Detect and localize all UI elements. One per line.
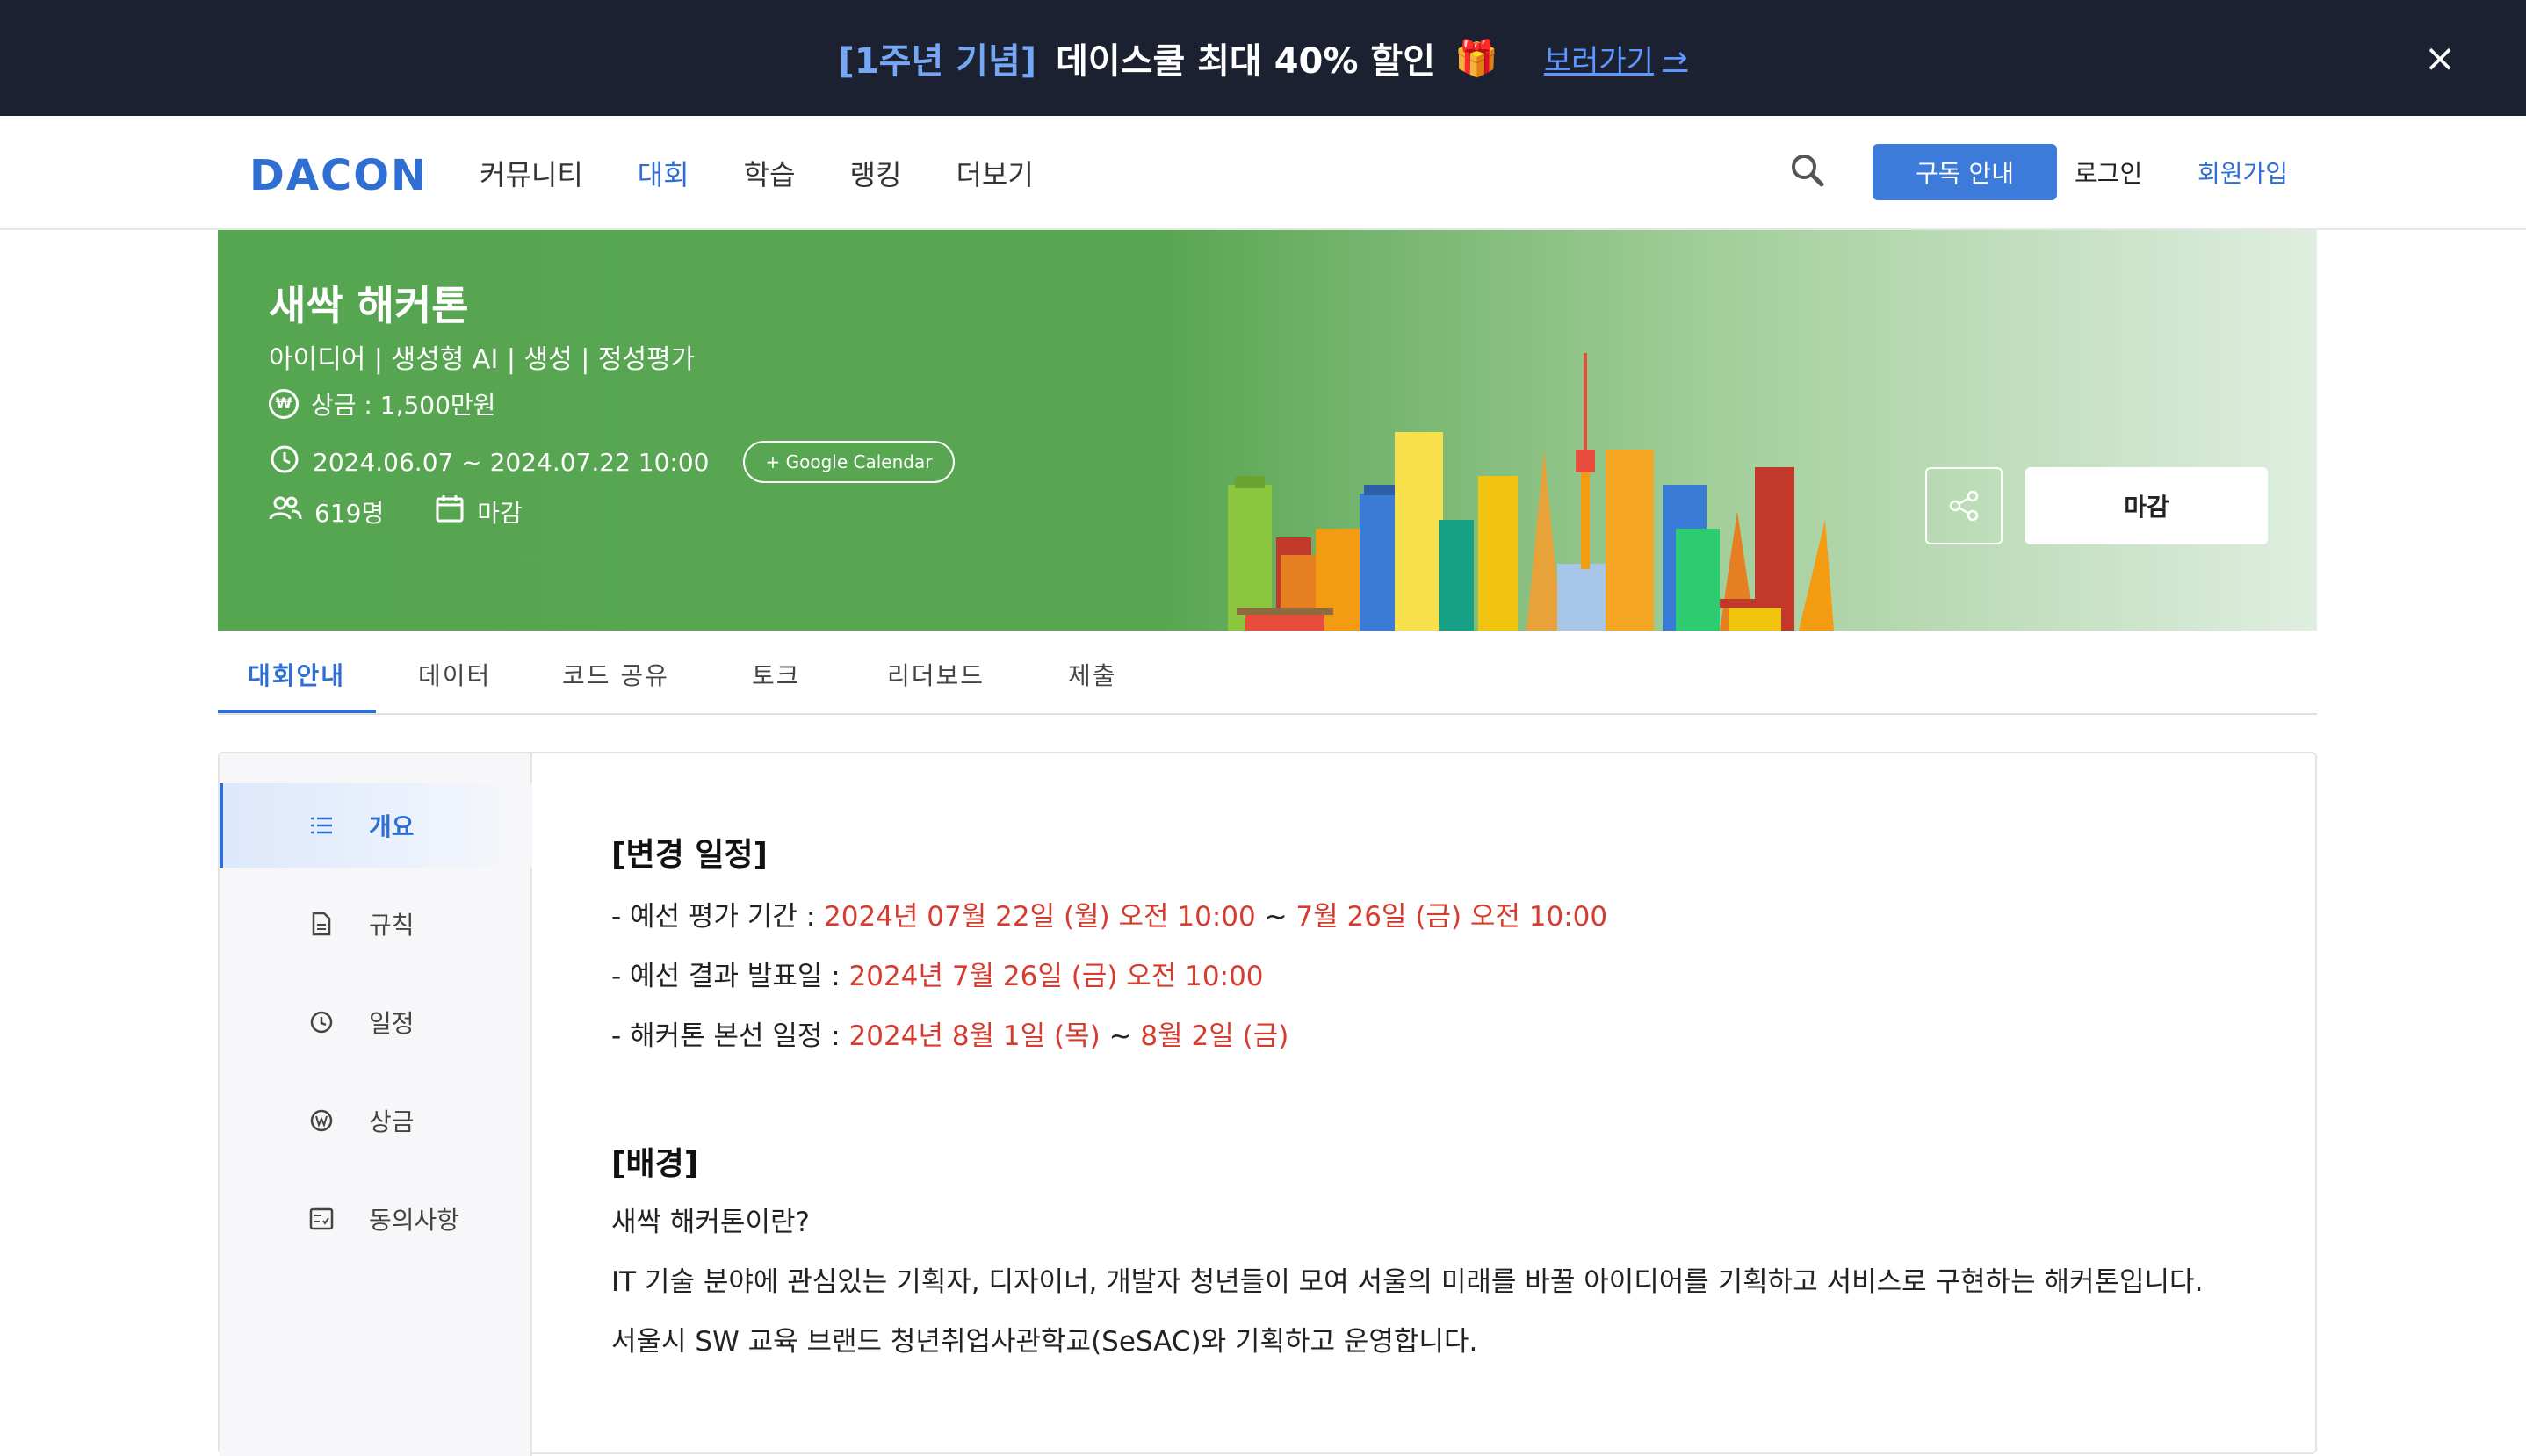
sidebar-item-prize[interactable]: 상금 <box>220 1078 532 1163</box>
tab-talk[interactable]: 토크 <box>752 657 801 692</box>
promo-link-label: 보러가기 <box>1543 43 1654 79</box>
promo-text: 데이스쿨 최대 40% 할인 <box>1056 41 1435 82</box>
competition-tags: 아이디어 | 생성형 AI | 생성 | 정성평가 <box>269 344 696 375</box>
sidebar-item-label: 동의사항 <box>369 1206 460 1235</box>
final-end: 8월 2일 (금) <box>1140 1020 1289 1052</box>
clock-icon <box>309 1010 334 1034</box>
overview-content: [변경 일정] - 예선 평가 기간 : 2024년 07월 22일 (월) 오… <box>611 829 2280 1359</box>
promo-link[interactable]: 보러가기 → <box>1544 37 1688 80</box>
sidebar-item-label: 상금 <box>369 1107 415 1136</box>
closed-status-button[interactable]: 마감 <box>2025 467 2268 544</box>
result-label: - 예선 결과 발표일 : <box>611 961 849 992</box>
participants-count: 619명 <box>314 498 385 528</box>
menu-item-ranking[interactable]: 랭킹 <box>850 153 902 193</box>
schedule-heading: [변경 일정] <box>611 837 768 873</box>
final-start: 2024년 8월 1일 (목) <box>848 1020 1101 1052</box>
tab-data[interactable]: 데이터 <box>418 657 491 692</box>
prelim-period-line: - 예선 평가 기간 : 2024년 07월 22일 (월) 오전 10:00 … <box>611 899 2280 934</box>
background-line-2: IT 기술 분야에 관심있는 기획자, 디자이너, 개발자 청년들이 모여 서울… <box>611 1266 2204 1298</box>
background-line-3: 서울시 SW 교육 브랜드 청년취업사관학교(SeSAC)와 기획하고 운영합니… <box>611 1326 1478 1358</box>
background-line-1: 새싹 해커톤이란? <box>611 1207 810 1238</box>
sidebar-item-label: 규칙 <box>369 911 415 940</box>
sidebar-item-schedule[interactable]: 일정 <box>220 980 532 1064</box>
tab-code-share[interactable]: 코드 공유 <box>562 657 669 692</box>
won-icon <box>309 1108 334 1133</box>
navbar: DACON 커뮤니티 대회 학습 랭킹 더보기 구독 안내 로그인 회원가입 <box>0 116 2526 230</box>
logo[interactable]: DACON <box>249 151 428 200</box>
competition-hero: 새싹 해커톤 아이디어 | 생성형 AI | 생성 | 정성평가 ₩ 상금 : … <box>218 230 2317 631</box>
signup-link[interactable]: 회원가입 <box>2198 155 2288 190</box>
tab-leaderboard[interactable]: 리더보드 <box>887 657 985 692</box>
content-card: 개요 규칙 일정 상금 동의사항 [변경 일정] - 예선 평가 기간: 20… <box>218 752 2317 1456</box>
document-icon <box>309 912 334 936</box>
gift-icon: 🎁 <box>1454 38 1498 79</box>
status-text: 마감 <box>477 498 523 528</box>
tab-submit[interactable]: 제출 <box>1068 657 1117 692</box>
active-tab-indicator <box>218 710 376 713</box>
sidebar-item-label: 개요 <box>369 812 415 841</box>
prelim-label: - 예선 평가 기간 : <box>611 901 825 933</box>
promo-content: [1주년 기념] 데이스쿨 최대 40% 할인 🎁 보러가기 → <box>839 32 1688 83</box>
tilde: ~ <box>1255 901 1296 933</box>
city-skyline-illustration <box>1228 353 1834 631</box>
promo-banner: [1주년 기념] 데이스쿨 최대 40% 할인 🎁 보러가기 → × <box>0 0 2526 116</box>
subscribe-button[interactable]: 구독 안내 <box>1873 144 2057 200</box>
menu-item-more[interactable]: 더보기 <box>956 153 1033 193</box>
share-button[interactable] <box>1925 467 2003 544</box>
final-schedule-line: - 해커톤 본선 일정 : 2024년 8월 1일 (목) ~ 8월 2일 (금… <box>611 1019 2280 1054</box>
people-icon <box>269 494 302 529</box>
sidebar-item-overview[interactable]: 개요 <box>220 783 532 868</box>
login-link[interactable]: 로그인 <box>2075 155 2142 190</box>
arrow-right-icon: → <box>1662 40 1688 76</box>
competition-tabs: 대회안내 데이터 코드 공유 토크 리더보드 제출 <box>218 631 2317 715</box>
main-menu: 커뮤니티 대회 학습 랭킹 더보기 <box>480 153 1034 193</box>
competition-title: 새싹 해커톤 <box>269 282 469 329</box>
share-icon <box>1949 490 1979 522</box>
participants-row: 619명 마감 <box>269 494 523 530</box>
tilde: ~ <box>1100 1020 1141 1052</box>
list-icon <box>309 813 334 838</box>
google-calendar-button[interactable]: + Google Calendar <box>742 441 956 483</box>
won-icon: ₩ <box>269 389 299 419</box>
period-text: 2024.06.07 ~ 2024.07.22 10:00 <box>313 447 710 477</box>
calendar-icon <box>435 494 465 530</box>
clock-icon <box>269 443 300 481</box>
final-label: - 해커톤 본선 일정 : <box>611 1020 849 1052</box>
prize-row: ₩ 상금 : 1,500만원 <box>269 386 495 422</box>
result-date: 2024년 7월 26일 (금) 오전 10:00 <box>848 961 1264 992</box>
sidebar-item-rules[interactable]: 규칙 <box>220 882 532 966</box>
prelim-start: 2024년 07월 22일 (월) 오전 10:00 <box>824 901 1256 933</box>
menu-item-competition[interactable]: 대회 <box>638 153 689 193</box>
tab-overview[interactable]: 대회안내 <box>248 657 345 692</box>
promo-tag: [1주년 기념] <box>838 41 1037 82</box>
prelim-end: 7월 26일 (금) 오전 10:00 <box>1295 901 1608 933</box>
sidebar-item-label: 일정 <box>369 1009 415 1038</box>
sidebar: 개요 규칙 일정 상금 동의사항 <box>220 753 532 1456</box>
close-icon[interactable]: × <box>2415 33 2465 83</box>
period-row: 2024.06.07 ~ 2024.07.22 10:00 + Google C… <box>269 441 956 483</box>
sidebar-item-agreement[interactable]: 동의사항 <box>220 1177 532 1261</box>
prize-text: 상금 : 1,500만원 <box>311 391 496 420</box>
menu-item-community[interactable]: 커뮤니티 <box>480 153 583 193</box>
checklist-icon <box>309 1207 334 1231</box>
menu-item-learning[interactable]: 학습 <box>744 153 796 193</box>
search-icon[interactable] <box>1788 151 1827 190</box>
background-heading: [배경] <box>611 1146 699 1182</box>
result-date-line: - 예선 결과 발표일 : 2024년 7월 26일 (금) 오전 10:00 <box>611 959 2280 994</box>
